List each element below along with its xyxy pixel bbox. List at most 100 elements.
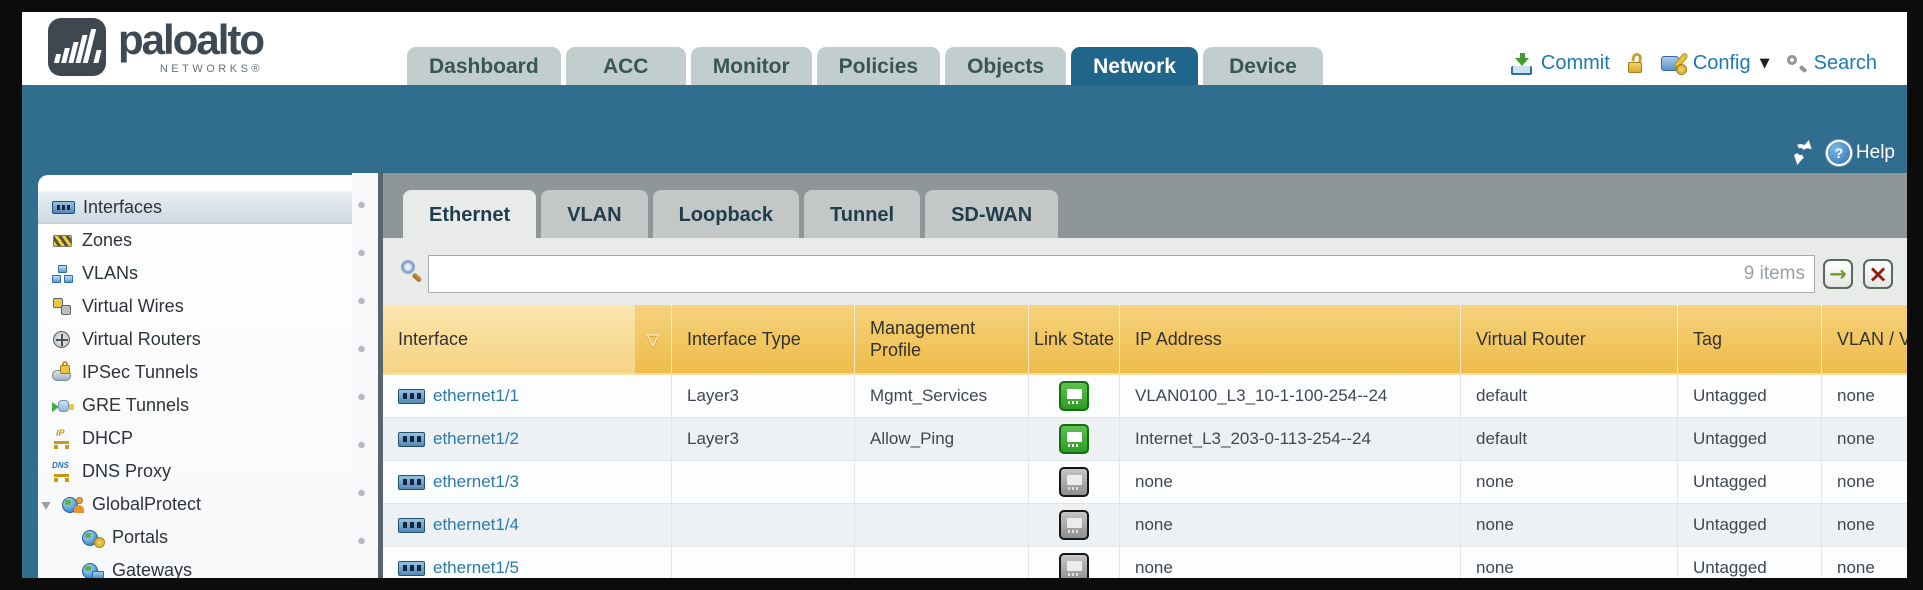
tab-sdwan[interactable]: SD-WAN xyxy=(925,190,1058,238)
cell-interface-type xyxy=(672,461,855,503)
portals-icon xyxy=(82,529,104,547)
cell-virtual-router: default xyxy=(1461,418,1678,460)
column-header-interface[interactable]: Interface xyxy=(383,305,635,373)
cell-tag: Untagged xyxy=(1678,461,1822,503)
virtual-routers-icon xyxy=(52,331,74,349)
column-header-management-profile[interactable]: Management Profile xyxy=(855,305,1029,373)
cell-interface-type xyxy=(672,547,855,578)
interface-link[interactable]: ethernet1/5 xyxy=(433,558,519,578)
interface-subtabs: Ethernet VLAN Loopback Tunnel SD-WAN xyxy=(403,190,1058,238)
cell-interface-type xyxy=(672,504,855,546)
tab-network[interactable]: Network xyxy=(1071,47,1198,85)
link-state-up-icon[interactable] xyxy=(1059,381,1089,411)
globalprotect-icon xyxy=(62,496,84,514)
cell-tag: Untagged xyxy=(1678,547,1822,578)
cell-tag: Untagged xyxy=(1678,375,1822,417)
table-row: ethernet1/2 Layer3 Allow_Ping Internet_L… xyxy=(383,418,1907,461)
sidebar: Interfaces Zones VLANs Virtual Wires Vir… xyxy=(38,175,352,578)
tab-ethernet[interactable]: Ethernet xyxy=(403,190,536,238)
expander-icon[interactable]: ▼ xyxy=(38,499,54,511)
gateways-icon xyxy=(82,562,104,579)
link-state-down-icon[interactable] xyxy=(1059,467,1089,497)
cell-vlan-vwire: none xyxy=(1822,375,1907,417)
app-window: paloalto NETWORKS® Dashboard ACC Monitor… xyxy=(0,0,1923,590)
config-menu[interactable]: Config ▼ xyxy=(1661,52,1770,75)
cell-management-profile: Mgmt_Services xyxy=(855,375,1029,417)
tab-loopback[interactable]: Loopback xyxy=(653,190,799,238)
cell-ip-address: Internet_L3_203-0-113-254--24 xyxy=(1120,418,1461,460)
cell-ip-address: none xyxy=(1120,547,1461,578)
link-state-up-icon[interactable] xyxy=(1059,424,1089,454)
paloalto-logo-icon xyxy=(48,18,106,76)
commit-label: Commit xyxy=(1541,52,1610,75)
tab-vlan[interactable]: VLAN xyxy=(541,190,647,238)
tab-policies[interactable]: Policies xyxy=(817,47,940,85)
sidebar-item-portals[interactable]: Portals xyxy=(38,521,352,554)
clear-filter-button[interactable]: × xyxy=(1863,259,1893,289)
column-header-tag[interactable]: Tag xyxy=(1678,305,1822,373)
ethernet-port-icon xyxy=(398,561,425,576)
help-label: Help xyxy=(1856,142,1895,164)
help-link[interactable]: ? Help xyxy=(1828,142,1895,164)
tab-dashboard[interactable]: Dashboard xyxy=(407,47,561,85)
sidebar-item-virtual-routers[interactable]: Virtual Routers xyxy=(38,323,352,356)
paloalto-logo: paloalto NETWORKS® xyxy=(48,18,263,76)
cell-management-profile xyxy=(855,504,1029,546)
sidebar-item-vlans[interactable]: VLANs xyxy=(38,257,352,290)
sidebar-item-virtual-wires[interactable]: Virtual Wires xyxy=(38,290,352,323)
search-icon xyxy=(1786,53,1807,74)
vlans-icon xyxy=(52,265,74,283)
apply-filter-button[interactable]: → xyxy=(1823,259,1853,289)
main-content: Ethernet VLAN Loopback Tunnel SD-WAN 9 i… xyxy=(383,173,1907,578)
column-header-interface-type[interactable]: Interface Type xyxy=(672,305,855,373)
table-row: ethernet1/4 none none Untagged none xyxy=(383,504,1907,547)
splitter-grip-dots xyxy=(357,181,366,578)
sidebar-item-zones[interactable]: Zones xyxy=(38,224,352,257)
filter-bar: 9 items → × xyxy=(399,255,1893,293)
sidebar-item-gateways[interactable]: Gateways xyxy=(38,554,352,578)
interface-link[interactable]: ethernet1/1 xyxy=(433,386,519,406)
sidebar-splitter[interactable] xyxy=(352,173,383,578)
sidebar-item-dhcp[interactable]: DHCP xyxy=(38,422,352,455)
sidebar-item-ipsec-tunnels[interactable]: IPSec Tunnels xyxy=(38,356,352,389)
column-header-virtual-router[interactable]: Virtual Router xyxy=(1461,305,1678,373)
filter-input[interactable] xyxy=(428,255,1815,293)
column-header-vlan-vwire[interactable]: VLAN / Virtual Wire xyxy=(1822,305,1907,373)
tab-device[interactable]: Device xyxy=(1203,47,1323,85)
config-label: Config xyxy=(1693,52,1751,75)
link-state-down-icon[interactable] xyxy=(1059,510,1089,540)
cell-interface-type: Layer3 xyxy=(672,418,855,460)
cell-management-profile xyxy=(855,461,1029,503)
body-area: Interfaces Zones VLANs Virtual Wires Vir… xyxy=(22,173,1907,578)
sub-header-band: ? Help xyxy=(22,85,1907,173)
interface-link[interactable]: ethernet1/3 xyxy=(433,472,519,492)
sidebar-item-interfaces[interactable]: Interfaces xyxy=(38,191,352,224)
column-sort-menu[interactable]: ▽ xyxy=(635,305,672,373)
main-nav-tabs: Dashboard ACC Monitor Policies Objects N… xyxy=(407,47,1323,85)
interface-link[interactable]: ethernet1/2 xyxy=(433,429,519,449)
lock-icon[interactable] xyxy=(1626,53,1645,74)
table-row: ethernet1/3 none none Untagged none xyxy=(383,461,1907,504)
tab-tunnel[interactable]: Tunnel xyxy=(804,190,920,238)
ethernet-port-icon xyxy=(398,432,425,447)
interface-link[interactable]: ethernet1/4 xyxy=(433,515,519,535)
sidebar-item-gre-tunnels[interactable]: GRE Tunnels xyxy=(38,389,352,422)
tab-objects[interactable]: Objects xyxy=(945,47,1066,85)
commit-button[interactable]: Commit xyxy=(1510,52,1610,75)
tab-acc[interactable]: ACC xyxy=(566,47,686,85)
cell-vlan-vwire: none xyxy=(1822,504,1907,546)
interfaces-table: Interface ▽ Interface Type Management Pr… xyxy=(383,305,1907,578)
sidebar-item-dns-proxy[interactable]: DNS Proxy xyxy=(38,455,352,488)
table-row: ethernet1/1 Layer3 Mgmt_Services VLAN010… xyxy=(383,375,1907,418)
cell-tag: Untagged xyxy=(1678,418,1822,460)
search-button[interactable]: Search xyxy=(1786,52,1877,75)
sort-arrow-icon: ▽ xyxy=(647,330,659,349)
column-header-ip-address[interactable]: IP Address xyxy=(1120,305,1461,373)
column-header-link-state[interactable]: Link State xyxy=(1029,305,1120,373)
sidebar-item-globalprotect[interactable]: ▼ GlobalProtect xyxy=(38,488,352,521)
link-state-down-icon[interactable] xyxy=(1059,553,1089,578)
cell-tag: Untagged xyxy=(1678,504,1822,546)
refresh-icon[interactable] xyxy=(1790,141,1816,164)
cell-ip-address: none xyxy=(1120,461,1461,503)
tab-monitor[interactable]: Monitor xyxy=(691,47,812,85)
